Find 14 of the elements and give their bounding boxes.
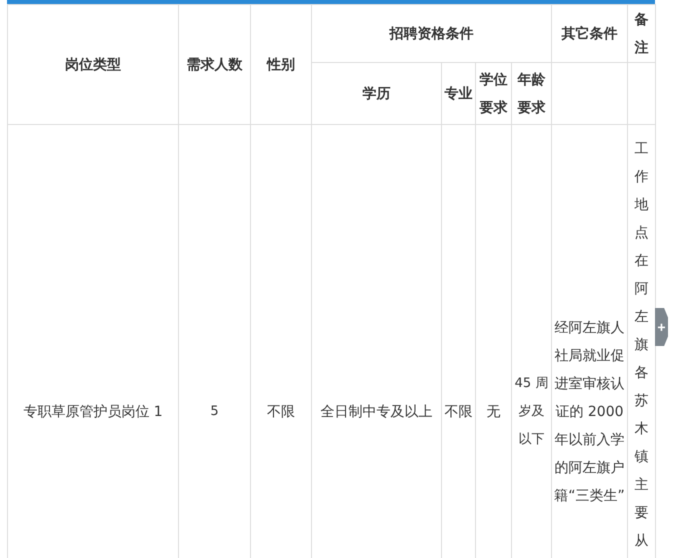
column-header: 年龄要求 — [512, 62, 552, 124]
expand-tab[interactable]: + — [655, 308, 668, 346]
table-cell: 专职草原管护员岗位 1 — [8, 124, 178, 558]
column-header: 学历 — [312, 62, 442, 124]
column-header: 其它条件 — [552, 4, 628, 62]
column-header: 需求人数 — [178, 4, 250, 124]
table-cell: 不限 — [442, 124, 476, 558]
column-header: 性别 — [250, 4, 312, 124]
column-header: 专业 — [442, 62, 476, 124]
column-header: 学位要求 — [476, 62, 512, 124]
column-header: 备注 — [628, 4, 656, 62]
column-header: 岗位类型 — [8, 4, 178, 124]
column-header: 招聘资格条件 — [312, 4, 552, 62]
table-cell: 经阿左旗人社局就业促进室审核认证的 2000 年以前入学的阿左旗户籍“三类生” — [552, 124, 628, 558]
